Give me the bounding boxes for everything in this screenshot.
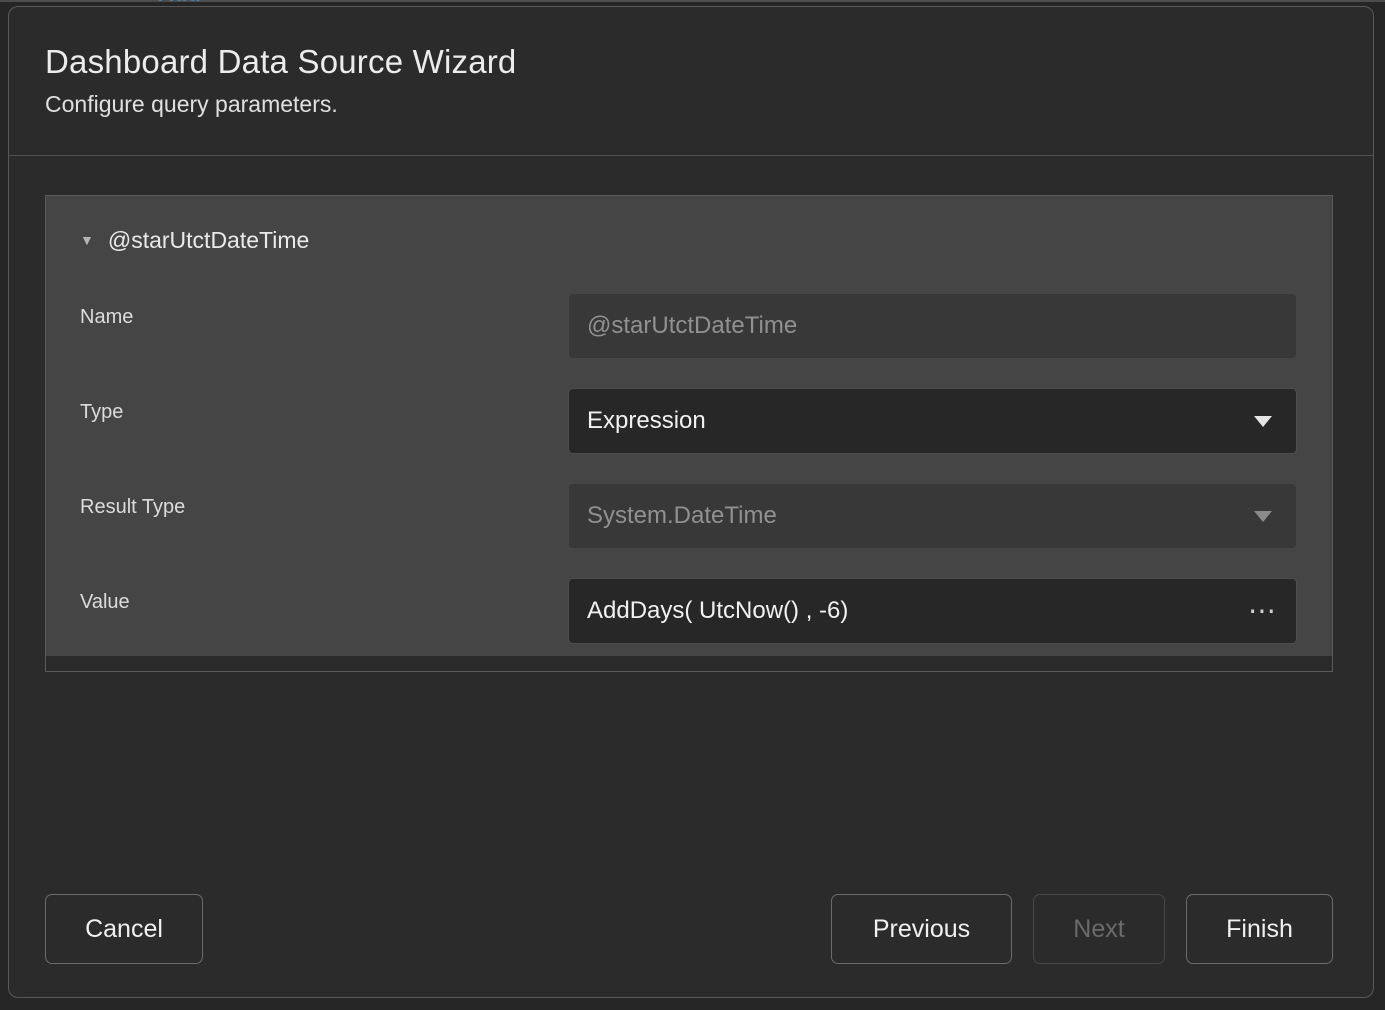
parameters-scroll-area: ▼ @starUtctDateTime Name Type Expression… (45, 195, 1333, 672)
ellipsis-icon: ⋯ (1248, 594, 1276, 627)
type-dropdown-value: Expression (569, 407, 1254, 435)
form-row-name: Name (46, 293, 1332, 359)
previous-button[interactable]: Previous (831, 894, 1012, 964)
parameter-group-title: @starUtctDateTime (108, 227, 309, 254)
value-label: Value (80, 591, 130, 614)
result-type-dropdown-value: System.DateTime (569, 502, 1254, 530)
finish-button[interactable]: Finish (1186, 894, 1333, 964)
value-expression-text: AddDays( UtcNow() , -6) (569, 597, 1242, 625)
page-title: Dashboard Data Source Wizard (45, 43, 1337, 81)
form-row-value: Value AddDays( UtcNow() , -6) ⋯ (46, 578, 1332, 644)
page-subtitle: Configure query parameters. (45, 91, 1337, 118)
wizard-dialog: Dashboard Data Source Wizard Configure q… (8, 6, 1374, 998)
collapse-chevron-icon: ▼ (80, 233, 94, 247)
cancel-button[interactable]: Cancel (45, 894, 203, 964)
chevron-down-icon (1254, 511, 1272, 522)
wizard-header: Dashboard Data Source Wizard Configure q… (45, 43, 1337, 118)
ellipsis-button[interactable]: ⋯ (1242, 597, 1282, 625)
form-row-type: Type Expression (46, 388, 1332, 454)
name-label: Name (80, 306, 133, 329)
type-label: Type (80, 401, 123, 424)
next-button: Next (1033, 894, 1165, 964)
parameter-group-panel: ▼ @starUtctDateTime Name Type Expression… (46, 196, 1332, 656)
result-type-dropdown: System.DateTime (568, 483, 1297, 549)
value-expression-field[interactable]: AddDays( UtcNow() , -6) ⋯ (568, 578, 1297, 644)
header-separator (9, 155, 1373, 156)
name-input (568, 293, 1297, 359)
type-dropdown[interactable]: Expression (568, 388, 1297, 454)
result-type-label: Result Type (80, 496, 185, 519)
chevron-down-icon (1254, 416, 1272, 427)
parameter-group-header[interactable]: ▼ @starUtctDateTime (80, 222, 309, 258)
form-row-result-type: Result Type System.DateTime (46, 483, 1332, 549)
